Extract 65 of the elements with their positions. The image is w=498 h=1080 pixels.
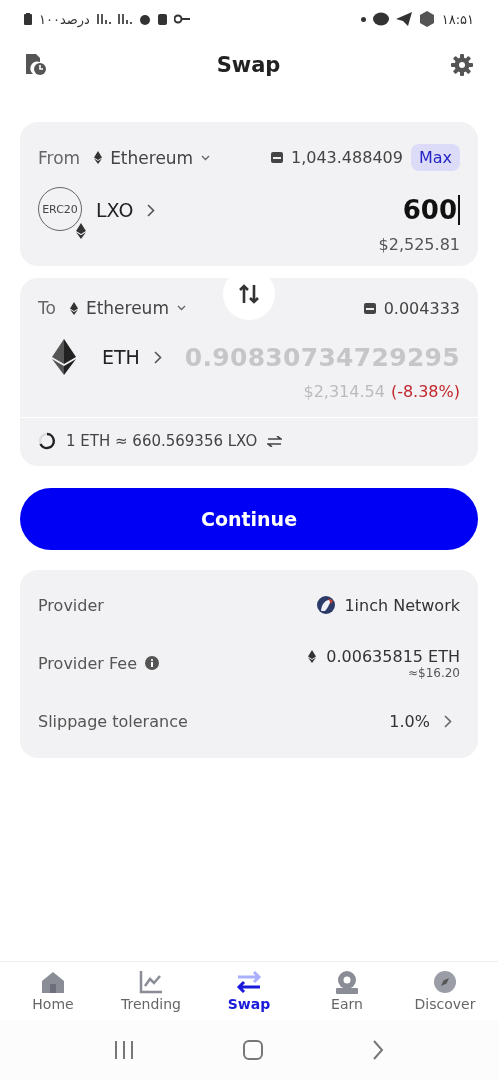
detail-value: 1inch Network xyxy=(344,595,460,615)
history-icon[interactable] xyxy=(26,54,46,76)
settings-icon[interactable] xyxy=(451,54,473,76)
clock: ۱۸:۵۱ xyxy=(441,11,474,27)
price-impact: (-8.38%) xyxy=(390,382,460,401)
recent-apps-icon[interactable] xyxy=(114,1041,135,1059)
ethereum-icon xyxy=(69,301,78,315)
amount-input[interactable]: 600 xyxy=(402,195,460,225)
network-selector[interactable]: Ethereum xyxy=(94,147,211,168)
info-icon[interactable] xyxy=(145,656,159,670)
nav-tab[interactable]: Trending xyxy=(103,970,199,1012)
battery-icon xyxy=(157,13,167,25)
balance: 1,043.488409 xyxy=(290,148,403,167)
house-icon xyxy=(41,970,65,994)
ethereum-icon xyxy=(308,649,317,663)
nav-tab[interactable]: Earn xyxy=(299,970,395,1012)
chevron-down-icon xyxy=(176,305,186,311)
fiat-value: $2,314.54 xyxy=(303,382,385,401)
from-label: From xyxy=(38,147,81,168)
nav-tab[interactable]: Discover xyxy=(397,970,493,1012)
signal-icon xyxy=(96,14,111,24)
continue-button[interactable]: Continue xyxy=(20,488,478,550)
to-label: To xyxy=(38,298,56,318)
signal-icon xyxy=(117,14,132,24)
compass-icon xyxy=(433,970,457,994)
battery-percent: ۱۰۰درصد xyxy=(39,11,90,27)
ethereum-icon xyxy=(76,223,86,239)
wallet-icon xyxy=(363,302,376,314)
fiat-value: $2,525.81 xyxy=(378,235,460,254)
ethereum-icon xyxy=(94,151,103,164)
token-selector[interactable]: LXO xyxy=(96,199,156,221)
slippage-button[interactable]: 1.0% xyxy=(389,711,452,731)
send-icon xyxy=(395,12,412,26)
chevron-right-icon xyxy=(444,714,452,728)
key-icon xyxy=(173,14,190,24)
detail-label: Slippage tolerance xyxy=(38,711,188,731)
wallet-icon xyxy=(270,152,283,163)
chevron-down-icon xyxy=(201,154,211,161)
dot-icon xyxy=(360,16,366,22)
swap-arrows-icon xyxy=(238,283,260,305)
fee-fiat: ≈$16.20 xyxy=(407,665,460,680)
swap-rate-icon[interactable] xyxy=(267,435,283,447)
back-icon[interactable] xyxy=(371,1040,384,1060)
token-selector[interactable]: ETH xyxy=(102,346,162,368)
nav-tab[interactable]: Home xyxy=(5,970,101,1012)
page-title: Swap xyxy=(216,53,281,77)
battery-icon xyxy=(24,13,32,25)
line-chart-icon xyxy=(139,970,163,994)
hexagon-icon xyxy=(418,11,435,27)
detail-label: Provider Fee xyxy=(38,653,137,673)
nav-tab[interactable]: Swap xyxy=(201,970,297,1012)
exchange-rate: 1 ETH ≈ 660.569356 LXO xyxy=(66,432,258,450)
network-selector[interactable]: Ethereum xyxy=(69,298,186,318)
chat-icon xyxy=(372,11,389,27)
detail-value: 0.00635815 ETH xyxy=(326,646,460,666)
chevron-right-icon xyxy=(153,350,162,364)
max-button[interactable]: Max xyxy=(410,144,460,171)
coin-stand-icon xyxy=(335,970,359,994)
ethereum-logo-icon xyxy=(52,339,76,375)
swap-arrows-icon xyxy=(236,970,262,994)
balance: 0.004333 xyxy=(383,298,460,318)
home-button-icon[interactable] xyxy=(243,1040,263,1060)
detail-label: Provider xyxy=(38,595,104,615)
loading-icon xyxy=(38,432,56,450)
chevron-right-icon xyxy=(147,203,156,217)
